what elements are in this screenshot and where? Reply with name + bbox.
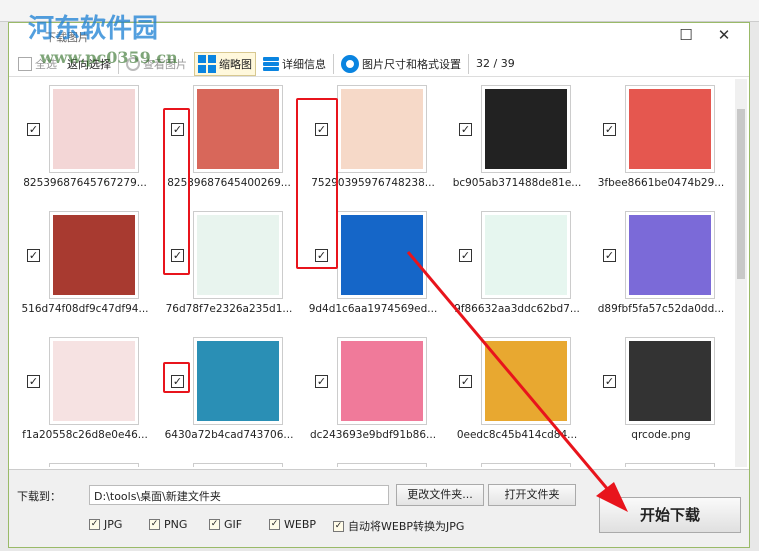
- red-arrow-annotation: [406, 251, 628, 512]
